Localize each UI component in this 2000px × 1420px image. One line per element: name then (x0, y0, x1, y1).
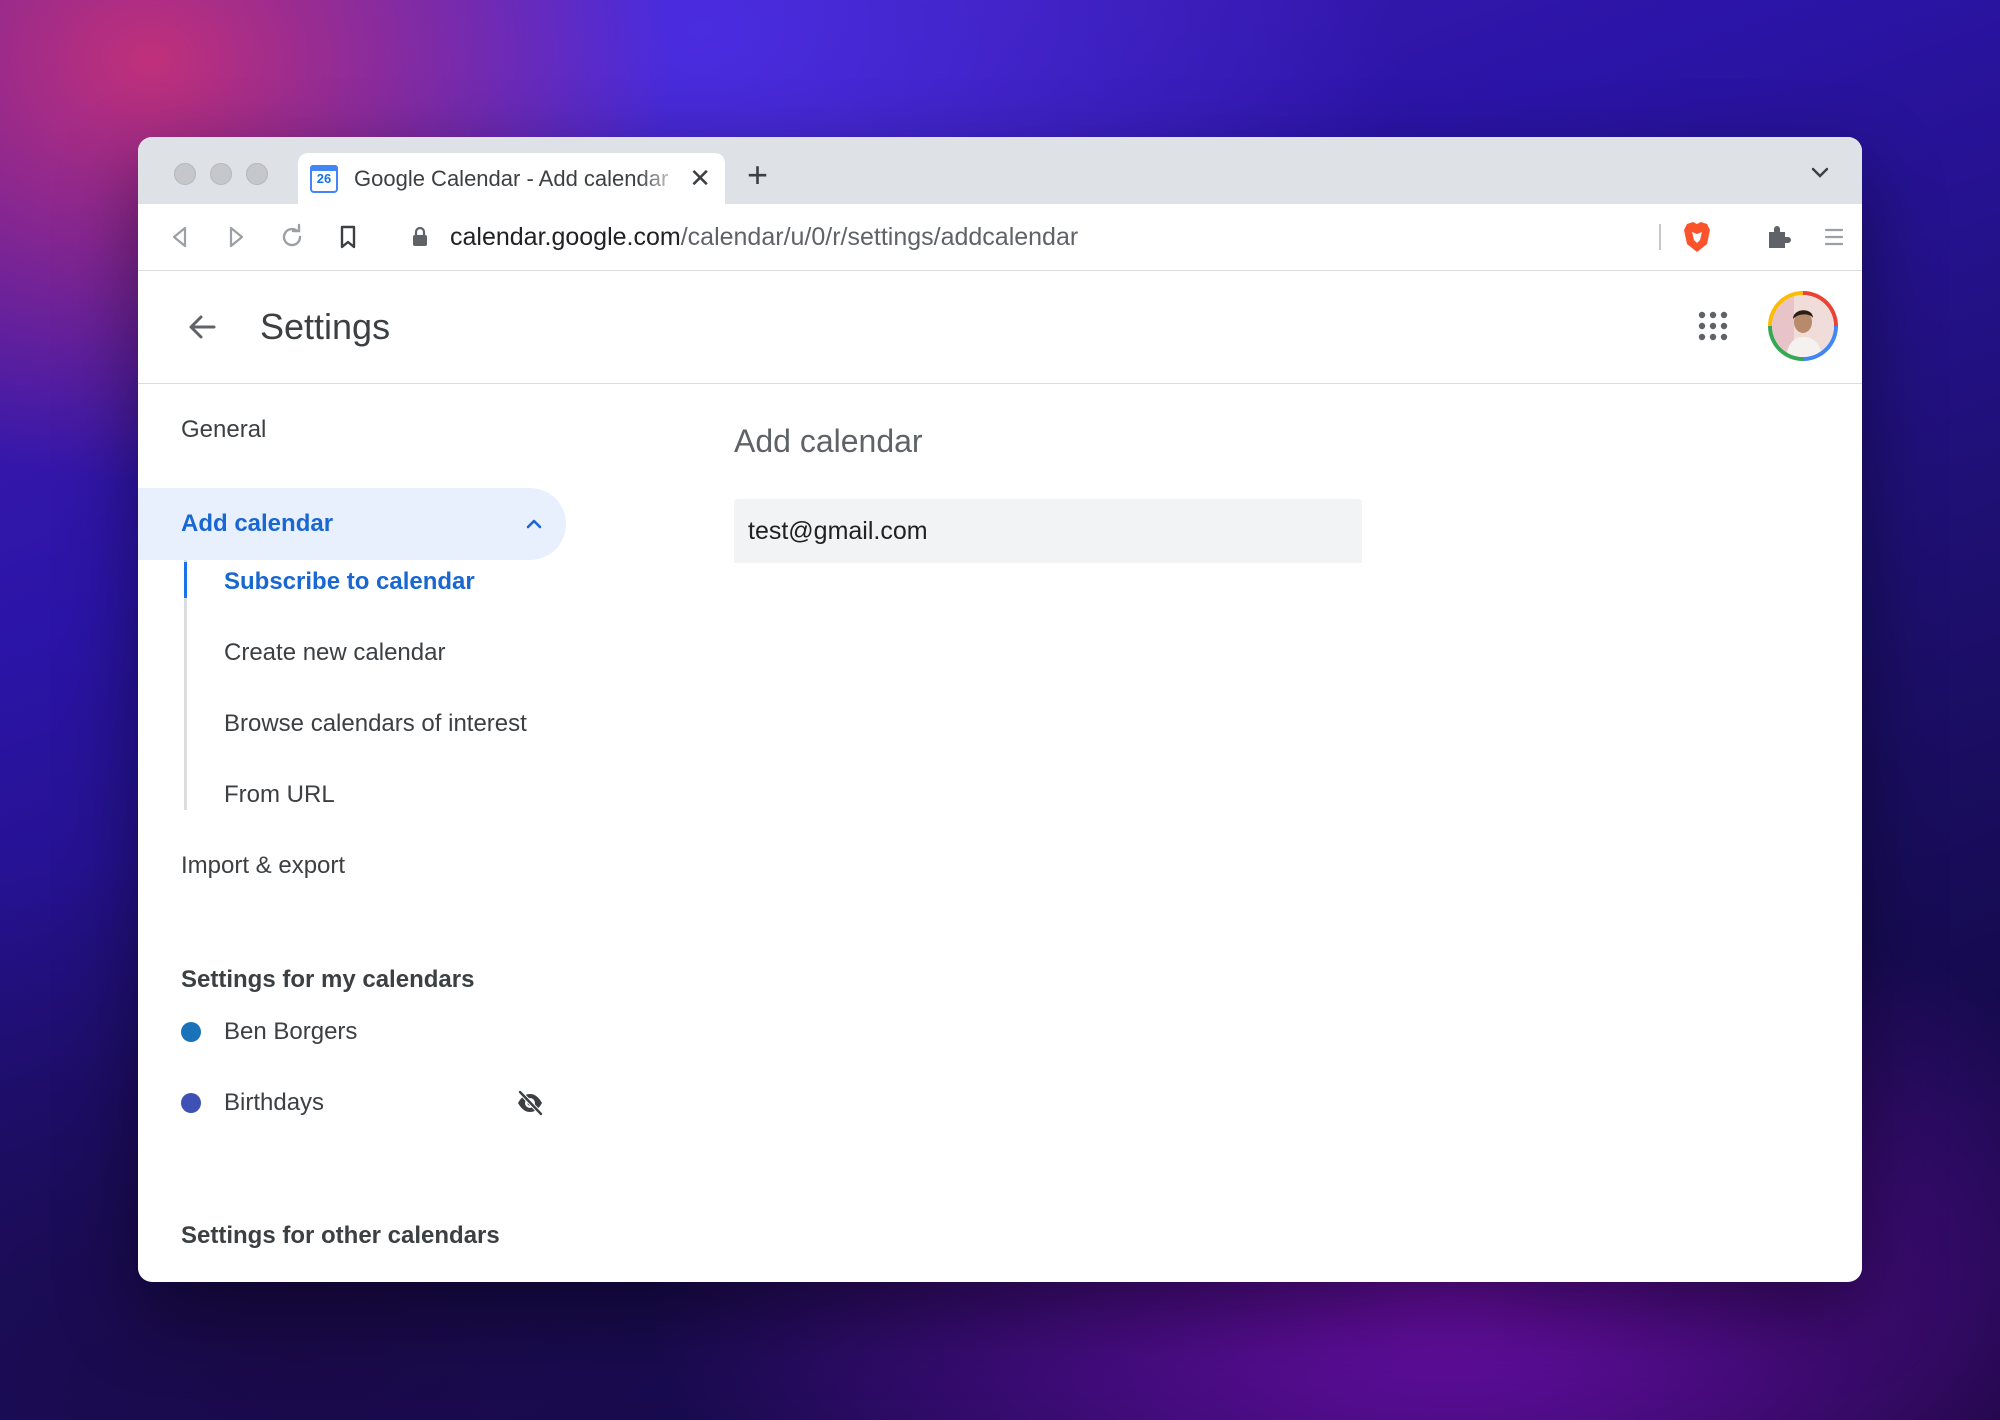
sidebar-item-from-url[interactable]: From URL (224, 781, 335, 809)
calendar-item-birthdays[interactable]: Birthdays (181, 1083, 561, 1123)
sidebar-item-browse-calendars[interactable]: Browse calendars of interest (224, 710, 527, 738)
tab-bar: 26 Google Calendar - Add calendar ✕ + (138, 137, 1862, 204)
tab-title: Google Calendar - Add calendar (354, 166, 669, 191)
chevron-up-icon[interactable] (522, 512, 546, 536)
new-tab-icon[interactable]: + (747, 155, 768, 195)
url-text[interactable]: calendar.google.com/calendar/u/0/r/setti… (450, 212, 1078, 262)
chevron-down-icon[interactable] (1808, 161, 1832, 185)
sidebar-item-general[interactable]: General (181, 416, 266, 444)
back-arrow-icon[interactable] (184, 309, 220, 345)
back-icon[interactable] (164, 221, 196, 253)
browser-window: 26 Google Calendar - Add calendar ✕ + ca… (138, 137, 1862, 1282)
calendar-item-ben-borgers[interactable]: Ben Borgers (181, 1012, 561, 1052)
account-avatar[interactable] (1768, 291, 1838, 361)
my-calendars-heading: Settings for my calendars (181, 966, 475, 993)
maximize-window-button[interactable] (246, 163, 268, 185)
calendar-color-dot (181, 1022, 201, 1042)
minimize-window-button[interactable] (210, 163, 232, 185)
browser-tab[interactable]: 26 Google Calendar - Add calendar ✕ (298, 153, 725, 204)
browser-toolbar: calendar.google.com/calendar/u/0/r/setti… (138, 204, 1862, 271)
visibility-off-icon[interactable] (515, 1088, 545, 1118)
settings-sidebar: General Add calendar Subscribe to calend… (138, 384, 698, 1282)
apps-grid-icon[interactable] (1698, 311, 1728, 341)
sidebar-item-create-new-calendar[interactable]: Create new calendar (224, 639, 445, 667)
menu-icon[interactable] (1818, 221, 1850, 253)
sidebar-item-import-export[interactable]: Import & export (181, 852, 345, 880)
bookmark-icon[interactable] (332, 221, 364, 253)
close-tab-icon[interactable]: ✕ (689, 153, 711, 204)
brave-lion-icon[interactable] (1681, 220, 1713, 254)
other-calendars-heading: Settings for other calendars (181, 1222, 500, 1249)
sidebar-item-subscribe-to-calendar[interactable]: Subscribe to calendar (224, 568, 475, 596)
settings-header: Settings (138, 271, 1862, 384)
email-input-value: test@gmail.com (748, 517, 928, 545)
submenu-active-indicator (184, 562, 187, 598)
calendar-email-input[interactable]: test@gmail.com (734, 499, 1362, 563)
sidebar-item-add-calendar[interactable]: Add calendar (138, 488, 566, 560)
calendar-favicon-icon: 26 (310, 165, 338, 193)
avatar-photo (1772, 295, 1834, 357)
calendar-color-dot (181, 1093, 201, 1113)
page-title: Settings (260, 306, 391, 347)
address-bar-divider (1659, 224, 1661, 250)
add-calendar-title: Add calendar (734, 423, 923, 459)
lock-icon[interactable] (410, 225, 430, 249)
reload-icon[interactable] (276, 221, 308, 253)
sidebar-item-label: Add calendar (181, 510, 334, 537)
calendar-name: Birthdays (224, 1089, 325, 1116)
close-window-button[interactable] (174, 163, 196, 185)
forward-icon[interactable] (220, 221, 252, 253)
calendar-name: Ben Borgers (224, 1018, 358, 1045)
address-bar[interactable]: calendar.google.com/calendar/u/0/r/setti… (388, 212, 1726, 262)
extensions-puzzle-icon[interactable] (1762, 221, 1794, 253)
